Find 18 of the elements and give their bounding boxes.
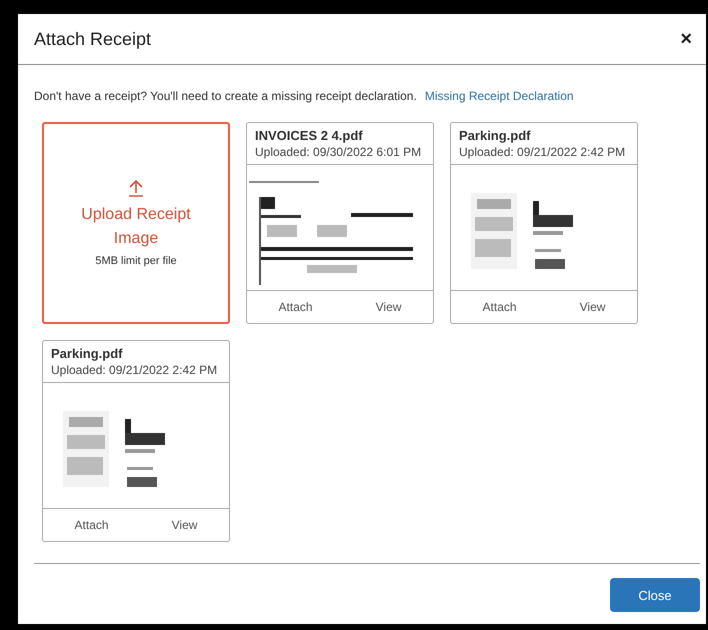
card-action-link[interactable]: Attach	[74, 518, 109, 532]
close-button[interactable]: Close	[610, 578, 700, 612]
file-name: INVOICES 2 4.pdf	[255, 128, 364, 143]
card-action-link[interactable]: View	[376, 300, 402, 314]
missing-receipt-link[interactable]: Missing Receipt Declaration	[424, 89, 574, 103]
file-name: Parking.pdf	[459, 128, 532, 143]
upload-icon	[128, 179, 144, 197]
card-action-link[interactable]: View	[580, 300, 606, 314]
upload-date: Uploaded: 09/21/2022 2:42 PM	[459, 145, 626, 159]
card-action-link[interactable]: View	[172, 518, 198, 532]
upload-receipt-tile[interactable]: Upload Receipt Image 5MB limit per file	[42, 122, 230, 324]
card-action-link[interactable]: Attach	[278, 300, 313, 314]
notice-text: Don't have a receipt? You'll need to create a missing receipt declaration.	[34, 89, 417, 103]
upload-date: Uploaded: 09/21/2022 2:42 PM	[51, 363, 218, 377]
upload-date: Uploaded: 09/30/2022 6:01 PM	[255, 145, 422, 159]
card-action-link[interactable]: Attach	[482, 300, 517, 314]
dialog-title: Attach Receipt	[34, 28, 152, 50]
file-name: Parking.pdf	[51, 346, 124, 361]
